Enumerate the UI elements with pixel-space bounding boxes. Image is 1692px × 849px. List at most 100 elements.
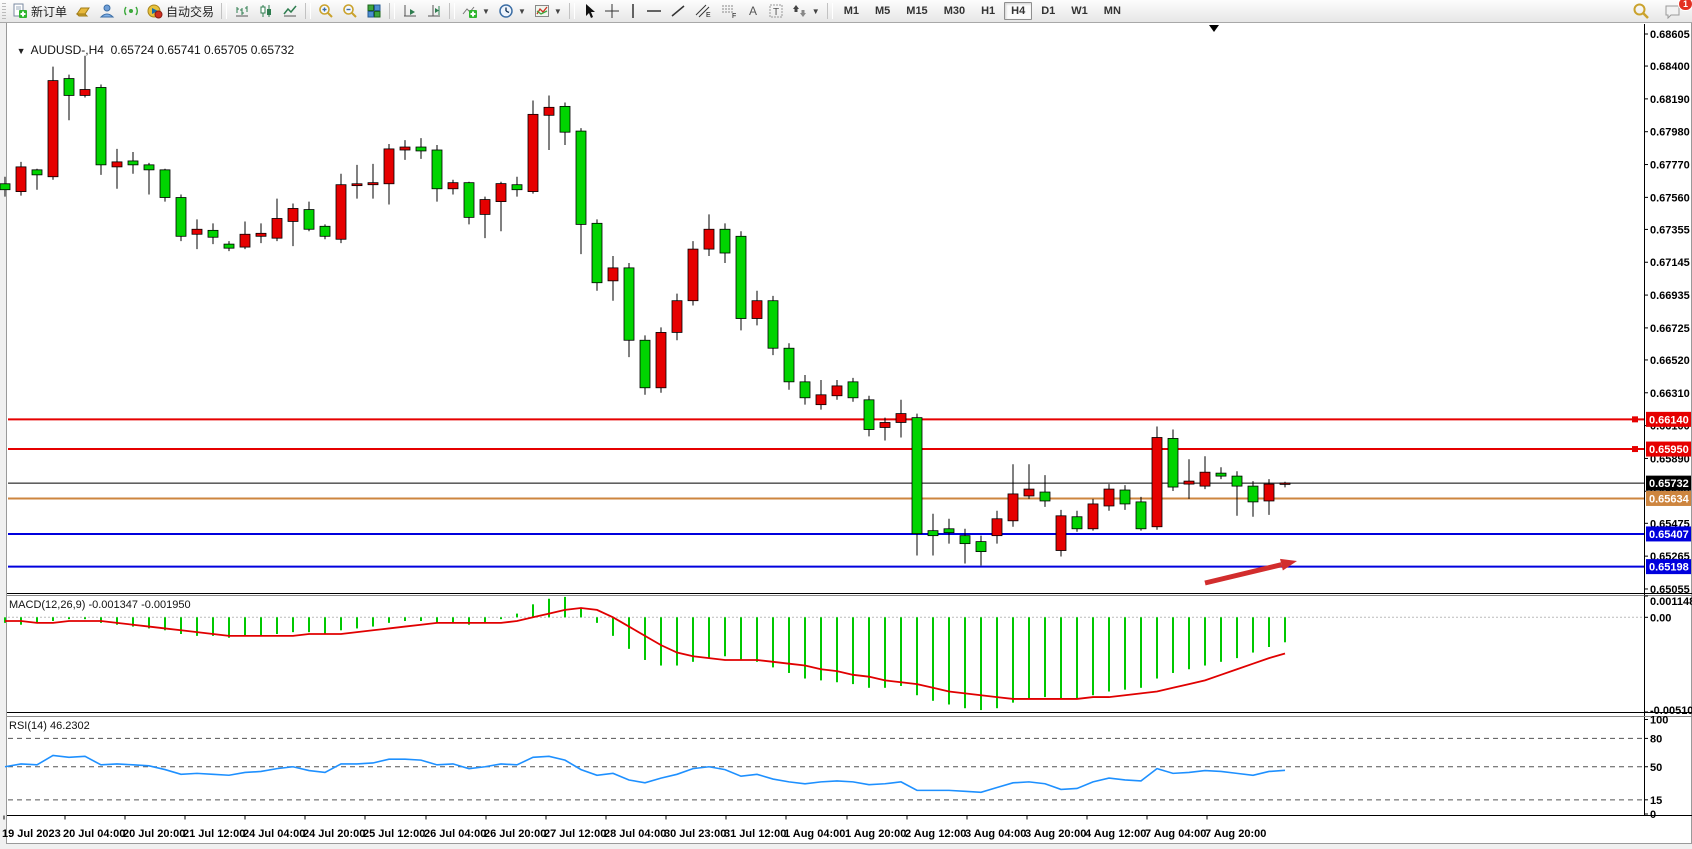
zoom-out-button[interactable] — [338, 1, 362, 21]
label-tool-button[interactable]: T — [764, 1, 788, 21]
new-order-label: 新订单 — [31, 3, 67, 20]
price-tick-label: 0.66310 — [1650, 388, 1690, 400]
candle-body-down — [64, 79, 74, 96]
fibonacci-icon: F — [720, 3, 738, 19]
tile-windows-button[interactable] — [362, 1, 386, 21]
candle-body-down — [1120, 490, 1130, 504]
candle-body-up — [48, 81, 58, 177]
time-tick-label: 27 Jul 12:00 — [544, 828, 606, 840]
crosshair-tool-button[interactable] — [600, 1, 624, 21]
tile-windows-icon — [366, 3, 382, 19]
line-handle[interactable] — [1632, 416, 1638, 422]
new-order-icon — [12, 3, 28, 19]
chevron-down-icon: ▼ — [554, 7, 562, 16]
candle-body-up — [656, 332, 666, 387]
time-tick-label: 20 Jul 04:00 — [63, 828, 125, 840]
candle-body-down — [560, 106, 570, 132]
signals-button[interactable] — [119, 1, 143, 21]
add-indicator-icon — [462, 3, 478, 19]
channel-tool-button[interactable]: E — [690, 1, 716, 21]
arrows-tool-button[interactable]: ▼ — [788, 1, 824, 21]
line-chart-mode-button[interactable] — [278, 1, 302, 21]
time-tick-label: 30 Jul 23:00 — [664, 828, 726, 840]
candle-body-down — [304, 210, 314, 230]
equidistant-channel-icon: E — [694, 3, 712, 19]
cursor-tool-button[interactable] — [578, 1, 600, 21]
chart-window — [7, 23, 1692, 844]
market-watch-button[interactable] — [71, 1, 95, 21]
time-tick-label: 24 Jul 04:00 — [243, 828, 305, 840]
bar-chart-mode-button[interactable] — [230, 1, 254, 21]
rsi-axis-label: 15 — [1650, 795, 1662, 807]
candle-body-up — [192, 229, 202, 234]
timeframe-button-h4[interactable]: H4 — [1004, 2, 1032, 20]
rsi-axis-label: 50 — [1650, 762, 1662, 774]
template-icon — [534, 3, 550, 19]
candle-body-down — [160, 170, 170, 198]
trendline-tool-button[interactable] — [666, 1, 690, 21]
price-tick-label: 0.68190 — [1650, 94, 1690, 106]
candle-chart-mode-button[interactable] — [254, 1, 278, 21]
time-tick-label: 1 Aug 20:00 — [845, 828, 906, 840]
vline-tool-button[interactable] — [624, 1, 642, 21]
accounts-button[interactable] — [95, 1, 119, 21]
time-tick-label: 7 Aug 04:00 — [1145, 828, 1206, 840]
text-icon: A — [746, 3, 760, 19]
time-tick-label: 7 Aug 20:00 — [1205, 828, 1266, 840]
timeframe-button-w1[interactable]: W1 — [1064, 2, 1095, 20]
rsi-axis-label: 100 — [1650, 715, 1668, 727]
timeframe-button-h1[interactable]: H1 — [974, 2, 1002, 20]
auto-scroll-button[interactable] — [398, 1, 422, 21]
hline-tool-button[interactable] — [642, 1, 666, 21]
candle-body-up — [1280, 483, 1290, 484]
candle-body-up — [384, 149, 394, 184]
auto-scroll-icon — [402, 3, 418, 19]
timeframe-button-mn[interactable]: MN — [1097, 2, 1128, 20]
text-tool-button[interactable]: A — [742, 1, 764, 21]
candle-body-down — [800, 382, 810, 398]
price-label-level: 0.65634 — [1646, 491, 1691, 506]
candle-body-up — [1056, 516, 1066, 551]
candle-body-up — [896, 414, 906, 423]
new-order-button[interactable]: 新订单 — [8, 1, 71, 21]
candle-body-down — [464, 183, 474, 218]
candle-body-down — [768, 301, 778, 349]
candle-body-up — [1024, 489, 1034, 496]
candle-body-up — [272, 218, 282, 238]
timeframe-button-m1[interactable]: M1 — [837, 2, 866, 20]
search-button[interactable] — [1628, 1, 1654, 21]
candle-body-down — [1168, 438, 1178, 487]
price-tick-label: 0.67145 — [1650, 257, 1690, 269]
timeframe-button-m5[interactable]: M5 — [868, 2, 897, 20]
templates-button[interactable]: ▼ — [530, 1, 566, 21]
time-tick-label: 21 Jul 12:00 — [183, 828, 245, 840]
periods-button[interactable]: ▼ — [494, 1, 530, 21]
candle-body-up — [496, 184, 506, 202]
collapse-triangle-icon[interactable]: ▼ — [17, 46, 26, 56]
zoom-in-icon — [318, 3, 334, 19]
chart-canvas[interactable]: 0.686050.684000.681900.679800.677700.675… — [0, 0, 1692, 849]
zoom-in-button[interactable] — [314, 1, 338, 21]
line-handle[interactable] — [1632, 446, 1638, 452]
candle-body-down — [1136, 502, 1146, 529]
fibonacci-tool-button[interactable]: F — [716, 1, 742, 21]
time-tick-label: 20 Jul 20:00 — [123, 828, 185, 840]
candle-body-up — [608, 268, 618, 281]
candle-body-up — [1104, 489, 1114, 506]
candle-body-up — [112, 162, 122, 167]
arrow-shapes-icon — [792, 3, 808, 19]
timeframe-button-m30[interactable]: M30 — [937, 2, 972, 20]
price-label-support: 0.65407 — [1646, 526, 1691, 541]
timeframe-button-d1[interactable]: D1 — [1034, 2, 1062, 20]
chevron-down-icon: ▼ — [482, 7, 490, 16]
chart-shift-button[interactable] — [422, 1, 446, 21]
autotrade-button[interactable]: 自动交易 — [143, 1, 218, 21]
candle-body-down — [576, 131, 586, 224]
macd-axis-label: 0.00 — [1650, 612, 1671, 624]
signal-icon — [123, 3, 139, 19]
rsi-indicator-label: RSI(14) 46.2302 — [9, 720, 90, 732]
notifications-button[interactable]: 1 — [1660, 1, 1686, 21]
rsi-axis-label: 0 — [1650, 809, 1656, 821]
indicators-button[interactable]: ▼ — [458, 1, 494, 21]
timeframe-button-m15[interactable]: M15 — [899, 2, 934, 20]
